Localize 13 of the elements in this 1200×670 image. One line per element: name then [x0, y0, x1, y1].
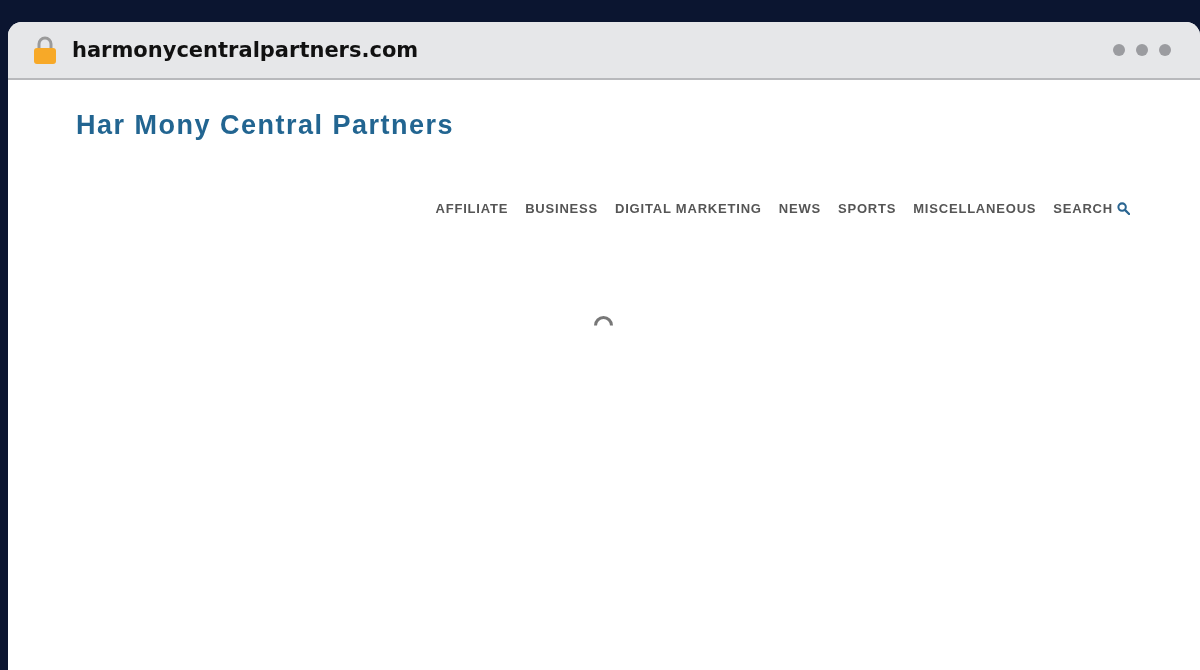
url-text[interactable]: harmonycentralpartners.com [72, 38, 419, 62]
nav-link[interactable]: SPORTS [837, 201, 897, 216]
search-icon [1117, 202, 1130, 215]
nav-link[interactable]: BUSINESS [525, 201, 598, 216]
search-link[interactable]: SEARCH [1053, 201, 1130, 216]
loading-spinner [593, 316, 613, 326]
site-title[interactable]: Har Mony Central Partners [76, 110, 455, 141]
window-dots-icon [1112, 43, 1172, 57]
nav-link[interactable]: AFFILIATE [435, 201, 509, 216]
nav-link[interactable]: DIGITAL MARKETING [615, 201, 762, 216]
lock-icon [34, 36, 56, 64]
nav-link[interactable]: MISCELLANEOUS [913, 201, 1037, 216]
nav-link[interactable]: NEWS [778, 201, 821, 216]
